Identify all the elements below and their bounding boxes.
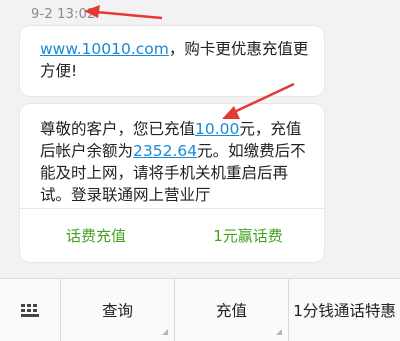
menu-tab-call-offer-label: 1分钱通话特惠 <box>293 302 396 320</box>
menu-tab-call-offer[interactable]: 1分钱通话特惠 <box>289 279 400 341</box>
menu-tab-query[interactable]: 查询 <box>61 279 175 341</box>
website-link[interactable]: www.10010.com <box>40 40 169 58</box>
message-1-text: www.10010.com，购卡更优惠充值更方便! <box>40 38 310 82</box>
menu-tab-recharge[interactable]: 充值 <box>175 279 289 341</box>
bottom-menu-bar: 查询 充值 1分钱通话特惠 <box>0 278 400 341</box>
annotation-arrow-timestamp <box>84 5 163 20</box>
menu-tab-recharge-label: 充值 <box>215 302 247 320</box>
message-2-text: 尊敬的客户，您已充值10.00元，充值后帐户余额为2352.64元。如缴费后不能… <box>40 118 310 206</box>
keyboard-toggle-button[interactable] <box>0 279 61 341</box>
keyboard-icon <box>21 303 39 317</box>
balance-amount-link[interactable]: 2352.64 <box>133 142 197 160</box>
message-2-part-1: 尊敬的客户，您已充值 <box>40 120 196 138</box>
menu-tab-query-label: 查询 <box>101 302 133 320</box>
submenu-indicator-icon <box>276 329 282 335</box>
one-yuan-win-credit-action[interactable]: 1元赢话费 <box>172 225 324 246</box>
message-bubble-1[interactable]: www.10010.com，购卡更优惠充值更方便! <box>20 26 324 96</box>
message-timestamp: 9-2 13:02 <box>31 7 96 22</box>
message-actions: 话费充值 1元赢话费 <box>20 209 324 262</box>
recharge-amount-link[interactable]: 10.00 <box>195 120 239 138</box>
message-bubble-2[interactable]: 尊敬的客户，您已充值10.00元，充值后帐户余额为2352.64元。如缴费后不能… <box>20 104 324 262</box>
submenu-indicator-icon <box>162 329 168 335</box>
phone-recharge-action[interactable]: 话费充值 <box>20 225 172 246</box>
